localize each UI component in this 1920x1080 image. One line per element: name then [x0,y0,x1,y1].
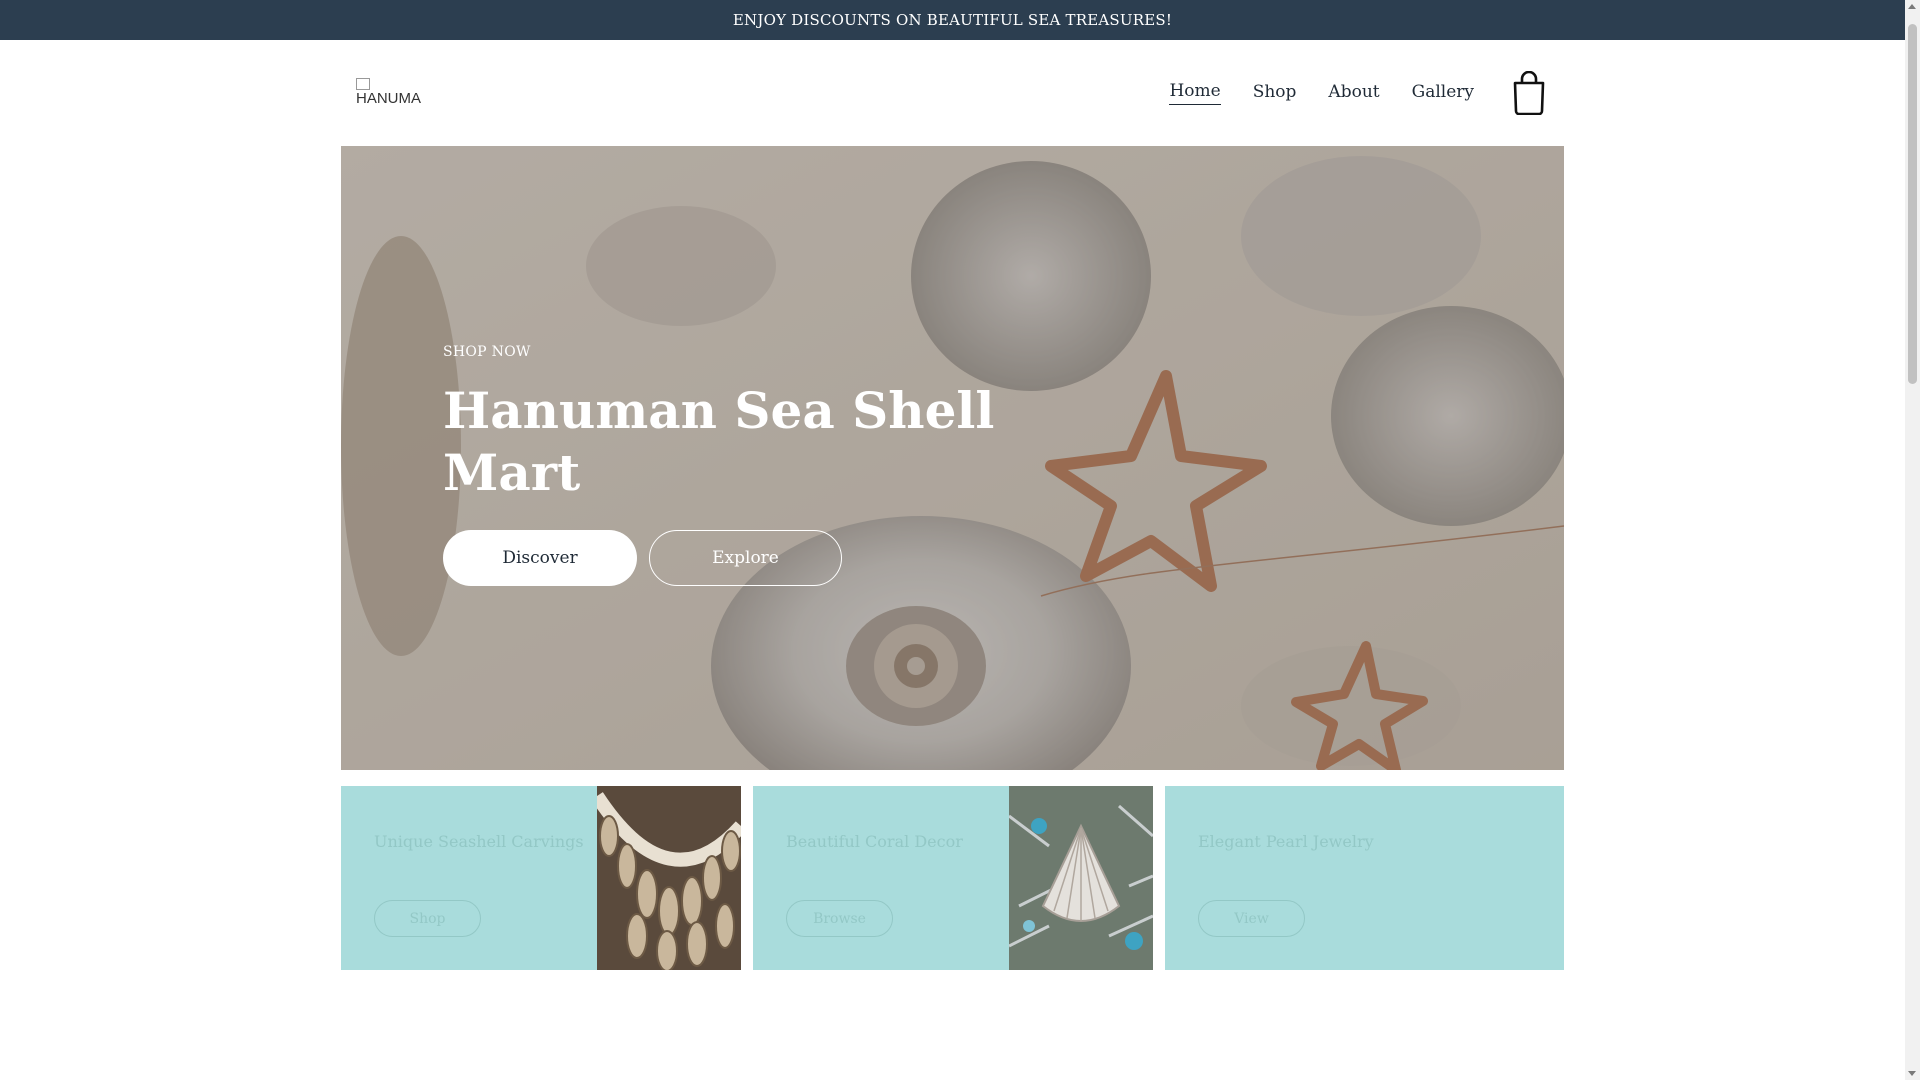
hero-banner: SHOP NOW Hanuman Sea Shell Mart Discover… [341,146,1564,770]
hero-buttons: Discover Explore [443,530,1003,586]
hero-title: Hanuman Sea Shell Mart [443,381,995,502]
explore-button[interactable]: Explore [649,530,842,586]
site-header: HANUMA Home Shop About Gallery [340,40,1564,146]
scroll-thumb[interactable] [1908,24,1917,384]
card-title: Beautiful Coral Decor [786,832,963,851]
card-coral-decor[interactable]: Beautiful Coral Decor Browse [753,786,1153,970]
hero-content: SHOP NOW Hanuman Sea Shell Mart Discover… [443,344,1003,586]
scrollbar[interactable] [1905,0,1920,1080]
broken-image-icon [356,78,370,90]
nav-about[interactable]: About [1328,82,1379,105]
card-title: Unique Seashell Carvings [374,832,584,851]
announcement-bar: ENJOY DISCOUNTS ON BEAUTIFUL SEA TREASUR… [0,0,1905,40]
main-nav: Home Shop About Gallery [1137,71,1564,115]
nav-shop[interactable]: Shop [1253,82,1297,105]
shopping-bag-icon[interactable] [1512,71,1546,115]
card-pearl-jewelry[interactable]: Elegant Pearl Jewelry View [1165,786,1564,970]
nav-home[interactable]: Home [1169,81,1221,105]
scroll-down-icon[interactable] [1908,1071,1916,1076]
feature-cards: Unique Seashell Carvings Shop Beautiful … [341,786,1564,970]
card-title: Elegant Pearl Jewelry [1198,832,1374,851]
card-shop-button[interactable]: Shop [374,900,481,937]
logo-alt-text: HANUMA [356,90,422,107]
discover-button[interactable]: Discover [443,530,637,586]
shell-ornament-image [1009,786,1153,970]
logo[interactable]: HANUMA [356,78,422,108]
scroll-up-icon[interactable] [1908,4,1916,9]
card-browse-button[interactable]: Browse [786,900,893,937]
announcement-text: ENJOY DISCOUNTS ON BEAUTIFUL SEA TREASUR… [732,11,1173,29]
hero-eyebrow: SHOP NOW [443,344,531,360]
card-view-button[interactable]: View [1198,900,1305,937]
nav-gallery[interactable]: Gallery [1412,82,1474,105]
shell-necklace-image [597,786,741,970]
card-seashell-carvings[interactable]: Unique Seashell Carvings Shop [341,786,741,970]
